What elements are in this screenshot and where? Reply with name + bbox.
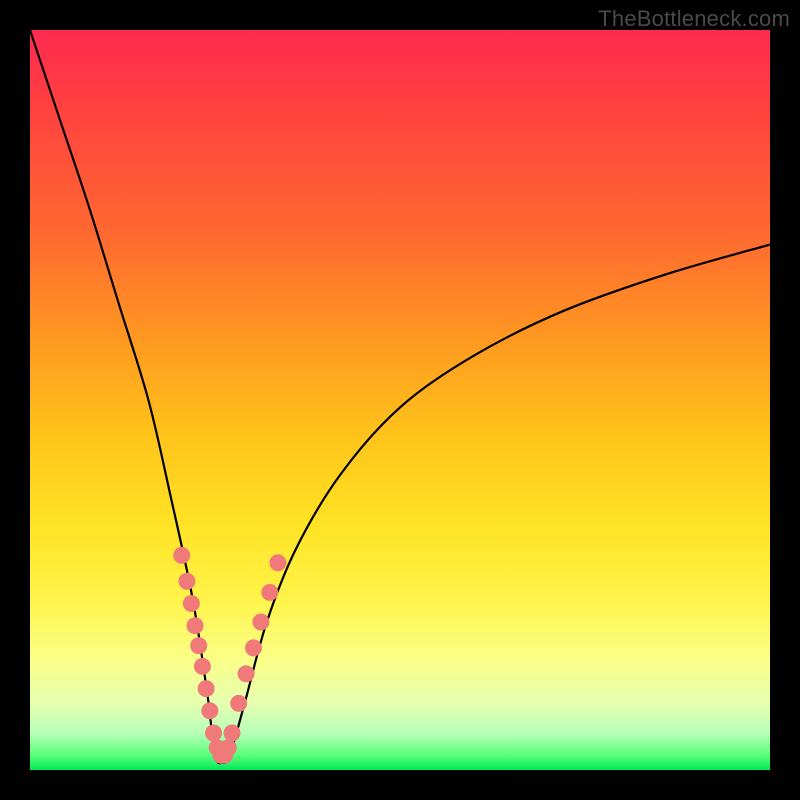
scatter-point: [245, 639, 262, 656]
scatter-point: [252, 614, 269, 631]
scatter-point: [194, 658, 211, 675]
scatter-point: [230, 695, 247, 712]
plot-area: [30, 30, 770, 770]
scatter-point: [190, 637, 207, 654]
scatter-point: [220, 739, 237, 756]
scatter-point: [224, 725, 241, 742]
scatter-point: [198, 680, 215, 697]
scatter-point: [178, 573, 195, 590]
scatter-point: [261, 584, 278, 601]
scatter-point: [269, 554, 286, 571]
scatter-point: [173, 547, 190, 564]
scatter-point: [205, 725, 222, 742]
scatter-point: [183, 595, 200, 612]
watermark-text: TheBottleneck.com: [598, 6, 790, 32]
scatter-point: [201, 702, 218, 719]
chart-frame: TheBottleneck.com: [0, 0, 800, 800]
scatter-points: [173, 547, 286, 764]
bottleneck-curve: [30, 30, 770, 763]
scatter-point: [238, 665, 255, 682]
curve-layer: [30, 30, 770, 770]
scatter-point: [187, 617, 204, 634]
